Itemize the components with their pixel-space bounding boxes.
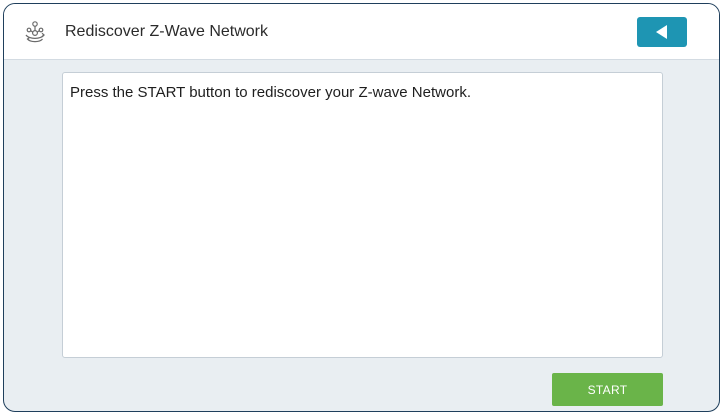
- network-discover-icon: [25, 21, 45, 43]
- start-button[interactable]: START: [552, 373, 663, 406]
- back-arrow-icon: [655, 25, 667, 39]
- message-panel: Press the START button to rediscover you…: [62, 72, 663, 358]
- instruction-text: Press the START button to rediscover you…: [70, 84, 471, 101]
- header-bar: Rediscover Z-Wave Network: [4, 4, 719, 60]
- back-button[interactable]: [637, 17, 687, 47]
- app-window: Rediscover Z-Wave Network Press the STAR…: [3, 3, 720, 412]
- page-title: Rediscover Z-Wave Network: [65, 23, 269, 40]
